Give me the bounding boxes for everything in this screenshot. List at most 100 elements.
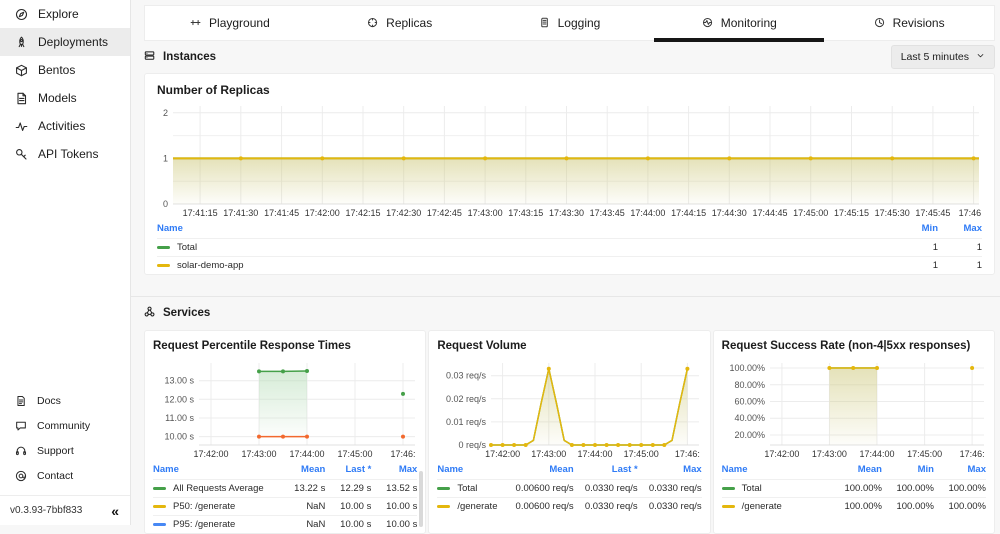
services-section-title: Services xyxy=(144,306,210,321)
tab-logging[interactable]: Logging xyxy=(485,6,655,40)
svg-text:2: 2 xyxy=(163,108,168,118)
legend-col-max[interactable]: Max xyxy=(638,461,701,480)
svg-text:17:42:00: 17:42:00 xyxy=(193,449,228,459)
sidebar-item-api-tokens[interactable]: API Tokens xyxy=(0,140,130,168)
services-section-header: Services xyxy=(144,297,995,329)
response-times-card: Request Percentile Response Times 13.00 … xyxy=(144,330,427,534)
legend-row-p50-generate[interactable]: P50: /generate NaN 10.00 s 10.00 s xyxy=(153,497,418,516)
response-times-title: Request Percentile Response Times xyxy=(153,340,351,352)
caret-icon xyxy=(977,54,984,58)
svg-text:60.00%: 60.00% xyxy=(734,397,765,407)
legend-row-total[interactable]: Total 100.00% 100.00% 100.00% xyxy=(721,479,986,498)
svg-text:17:41:45: 17:41:45 xyxy=(264,208,299,218)
series-swatch xyxy=(157,245,170,249)
sidebar-item-activities[interactable]: Activities xyxy=(0,112,130,140)
legend-table: Name Mean Min Max Total 100.00% 100.00% 100.00%… xyxy=(721,461,986,515)
svg-text:20.00%: 20.00% xyxy=(734,430,765,440)
success-rate-title: Request Success Rate (non-4|5xx response… xyxy=(721,340,971,352)
time-range-button[interactable]: Last 5 minutes xyxy=(890,45,995,69)
doc-icon xyxy=(17,395,25,406)
svg-text:17:42:15: 17:42:15 xyxy=(345,208,380,218)
monitoring-icon xyxy=(702,17,712,28)
sidebar-item-deployments[interactable]: Deployments xyxy=(0,28,130,56)
legend-row-generate[interactable]: /generate 100.00% 100.00% 100.00% xyxy=(721,497,986,515)
svg-text:17:41:15: 17:41:15 xyxy=(183,208,218,218)
tab-monitoring[interactable]: Monitoring xyxy=(654,6,825,42)
legend-col-min[interactable]: Min xyxy=(894,220,938,239)
legend-col-max[interactable]: Max xyxy=(934,461,986,480)
svg-text:0.03 req/s: 0.03 req/s xyxy=(446,371,487,381)
svg-text:17:43:00: 17:43:00 xyxy=(812,449,847,459)
sidebar-item-docs[interactable]: Docs xyxy=(0,388,130,413)
legend-col-min[interactable]: Min xyxy=(882,461,934,480)
svg-text:17:46:: 17:46: xyxy=(959,449,984,459)
series-swatch xyxy=(157,263,170,267)
tab-revisions[interactable]: Revisions xyxy=(824,6,994,40)
key-icon xyxy=(16,148,27,160)
sidebar-item-community[interactable]: Community xyxy=(0,413,130,438)
svg-text:17:42:00: 17:42:00 xyxy=(764,449,799,459)
legend-col-max[interactable]: Max xyxy=(938,220,982,239)
collapse-sidebar-icon[interactable]: « xyxy=(111,503,119,519)
sidebar-item-support[interactable]: Support xyxy=(0,438,130,463)
legend-col-name[interactable]: Name xyxy=(153,461,279,480)
series-swatch xyxy=(721,486,735,490)
response-times-legend: Name Mean Last * Max All Requests Average 13.… xyxy=(153,461,418,533)
legend-col-mean[interactable]: Mean xyxy=(830,461,882,480)
series-swatch xyxy=(437,504,451,508)
tab-replicas[interactable]: Replicas xyxy=(315,6,485,40)
sidebar: Explore Deployments Bentos Models Activities… xyxy=(0,0,131,525)
legend-col-name[interactable]: Name xyxy=(157,220,894,239)
sidebar-footer: v0.3.93-7bbf833 « xyxy=(0,495,130,525)
svg-text:17:45:00: 17:45:00 xyxy=(793,208,828,218)
replicas-chart-legend: Name Min Max Total 1 1 solar-demo-app 1 1 xyxy=(157,220,982,274)
svg-text:100.00%: 100.00% xyxy=(729,363,765,373)
legend-table: Name Mean Last * Max Total 0.00600 req/s 0.033… xyxy=(437,461,702,515)
sidebar-item-explore[interactable]: Explore xyxy=(0,0,130,28)
version-label: v0.3.93-7bbf833 xyxy=(10,505,83,516)
legend-col-name[interactable]: Name xyxy=(722,461,830,480)
playground-icon xyxy=(190,20,201,26)
sidebar-item-contact[interactable]: Contact xyxy=(0,463,130,488)
legend-col-mean[interactable]: Mean xyxy=(279,461,325,480)
sidebar-item-bentos[interactable]: Bentos xyxy=(0,56,130,84)
legend-scrollbar[interactable] xyxy=(419,471,424,527)
legend-row-total[interactable]: Total 0.00600 req/s 0.0330 req/s 0.0330 req… xyxy=(437,479,702,498)
tab-bar: Playground Replicas Logging Monitoring Revis… xyxy=(144,5,995,42)
legend-col-max[interactable]: Max xyxy=(371,461,417,480)
instances-icon-slot xyxy=(144,50,156,65)
revisions-icon xyxy=(874,17,884,28)
request-volume-chart: 0.03 req/s0.02 req/s0.01 req/s0 req/s17:… xyxy=(446,363,700,459)
svg-text:17:43:30: 17:43:30 xyxy=(549,208,584,218)
legend-col-mean[interactable]: Mean xyxy=(510,461,573,480)
svg-text:17:42:00: 17:42:00 xyxy=(485,449,520,459)
svg-text:17:42:00: 17:42:00 xyxy=(305,208,340,218)
svg-text:17:44:30: 17:44:30 xyxy=(712,208,747,218)
legend-row-solar-demo-app[interactable]: solar-demo-app 1 1 xyxy=(157,256,982,274)
legend-row-all-requests-average[interactable]: All Requests Average 13.22 s 12.29 s 13.52 … xyxy=(153,479,418,498)
legend-col-last[interactable]: Last * xyxy=(325,461,371,480)
request-volume-card: Request Volume 0.03 req/s 0.02 req/s 0.01 … xyxy=(428,330,711,534)
headset-icon xyxy=(15,446,27,455)
legend-col-name[interactable]: Name xyxy=(437,461,509,480)
svg-text:1: 1 xyxy=(163,153,168,163)
legend-row-p95-generate[interactable]: P95: /generate NaN 10.00 s 10.00 s xyxy=(153,515,418,533)
tab-playground[interactable]: Playground xyxy=(145,6,315,40)
replicas-chart-card: Number of Replicas 0 1 2 17:41:15 17:41:30 17… xyxy=(144,73,995,275)
replicas-chart: 0 1 2 17:41:15 17:41:30 17:41:45 17:42:00 17:42… xyxy=(163,106,981,218)
sidebar-item-models[interactable]: Models xyxy=(0,84,130,112)
svg-text:17:44:00: 17:44:00 xyxy=(578,449,613,459)
request-volume-legend: Name Mean Last * Max Total 0.00600 req/s 0.033… xyxy=(437,461,702,515)
activity-icon xyxy=(15,121,28,131)
sidebar-nav: Explore Deployments Bentos Models Activities… xyxy=(0,0,130,168)
legend-row-total[interactable]: Total 1 1 xyxy=(157,238,982,257)
response-times-chart: 13.00 s 12.00 s 11.00 s 10.00 s 17:42:00 17:4… xyxy=(164,363,416,459)
svg-text:17:45:00: 17:45:00 xyxy=(337,449,372,459)
series-swatch xyxy=(153,522,166,526)
sidebar-footer-nav: Docs Community Support Contact xyxy=(0,388,130,488)
services-icon-slot xyxy=(144,306,156,321)
svg-text:17:44:00: 17:44:00 xyxy=(289,449,324,459)
legend-col-last[interactable]: Last * xyxy=(574,461,638,480)
compass-icon xyxy=(15,8,28,20)
legend-row-generate[interactable]: /generate 0.00600 req/s 0.0330 req/s 0.0330… xyxy=(437,497,702,515)
